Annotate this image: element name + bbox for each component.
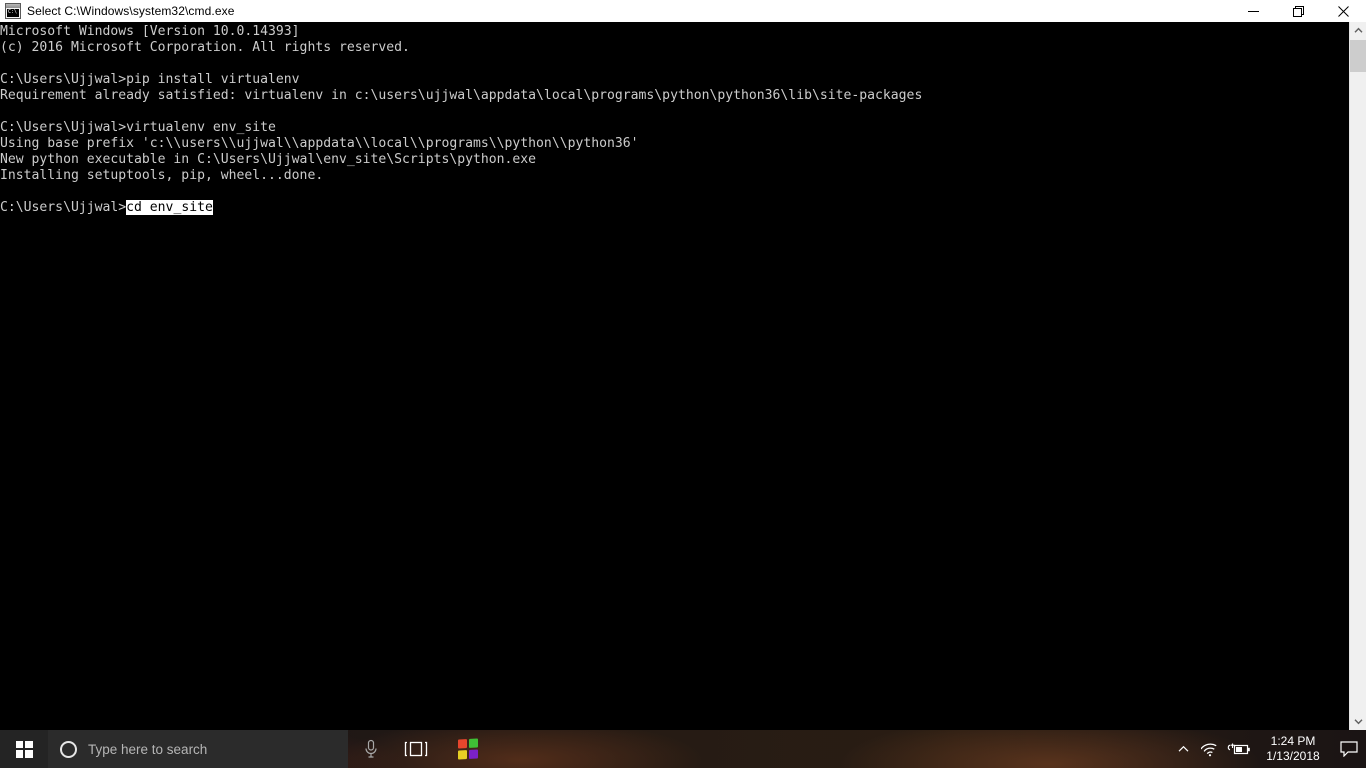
start-button[interactable] [0, 730, 48, 768]
taskbar-item-microsoft-store[interactable] [444, 730, 492, 768]
clock-date: 1/13/2018 [1266, 749, 1320, 763]
console-line: (c) 2016 Microsoft Corporation. All righ… [0, 40, 410, 55]
taskbar: Type here to search CC PC [0, 730, 1366, 768]
maximize-restore-button[interactable] [1276, 0, 1321, 22]
show-hidden-icons-chevron-icon[interactable] [1170, 730, 1196, 768]
command-prompt-window: C:\ Select C:\Windows\system32\cmd.exe M… [0, 0, 1366, 730]
console-line: Microsoft Windows [Version 10.0.14393] [0, 24, 300, 39]
console-prompt-line: C:\Users\Ujjwal>cd env_site [0, 200, 1349, 216]
scroll-up-arrow-icon[interactable] [1350, 22, 1366, 39]
microsoft-store-icon [458, 738, 478, 760]
console-selected-command[interactable]: cd env_site [126, 200, 213, 215]
system-tray: 1:24 PM 1/13/2018 [1170, 730, 1366, 768]
cmd-icon: C:\ [5, 3, 21, 19]
console-line: C:\Users\Ujjwal>virtualenv env_site [0, 120, 276, 135]
scrollbar-thumb[interactable] [1350, 40, 1366, 72]
title-bar[interactable]: C:\ Select C:\Windows\system32\cmd.exe [0, 0, 1366, 22]
clock-time: 1:24 PM [1270, 734, 1316, 748]
cmd-icon-text: C:\ [7, 9, 19, 17]
console-output[interactable]: Microsoft Windows [Version 10.0.14393] (c… [0, 22, 1349, 730]
window-title: Select C:\Windows\system32\cmd.exe [27, 4, 235, 18]
microphone-icon[interactable] [352, 730, 390, 768]
window-controls [1231, 0, 1366, 22]
close-button[interactable] [1321, 0, 1366, 22]
scroll-down-arrow-icon[interactable] [1350, 713, 1366, 730]
action-center-icon[interactable] [1332, 730, 1366, 768]
battery-charging-icon[interactable] [1224, 730, 1254, 768]
console-prompt: C:\Users\Ujjwal> [0, 200, 127, 215]
search-placeholder: Type here to search [88, 741, 208, 757]
console-line: Using base prefix 'c:\\users\\ujjwal\\ap… [0, 136, 639, 151]
console-scrollbar[interactable] [1349, 22, 1366, 730]
search-input[interactable]: Type here to search [48, 730, 348, 768]
console-line: C:\Users\Ujjwal>pip install virtualenv [0, 72, 300, 87]
windows-logo-icon [15, 740, 33, 758]
wifi-icon[interactable] [1196, 730, 1224, 768]
console-line: Requirement already satisfied: virtualen… [0, 88, 923, 103]
console-line: New python executable in C:\Users\Ujjwal… [0, 152, 537, 167]
minimize-button[interactable] [1231, 0, 1276, 22]
cortana-icon [60, 740, 77, 758]
task-view-icon[interactable] [396, 730, 436, 768]
console-line: Installing setuptools, pip, wheel...done… [0, 168, 324, 183]
clock[interactable]: 1:24 PM 1/13/2018 [1254, 730, 1332, 768]
